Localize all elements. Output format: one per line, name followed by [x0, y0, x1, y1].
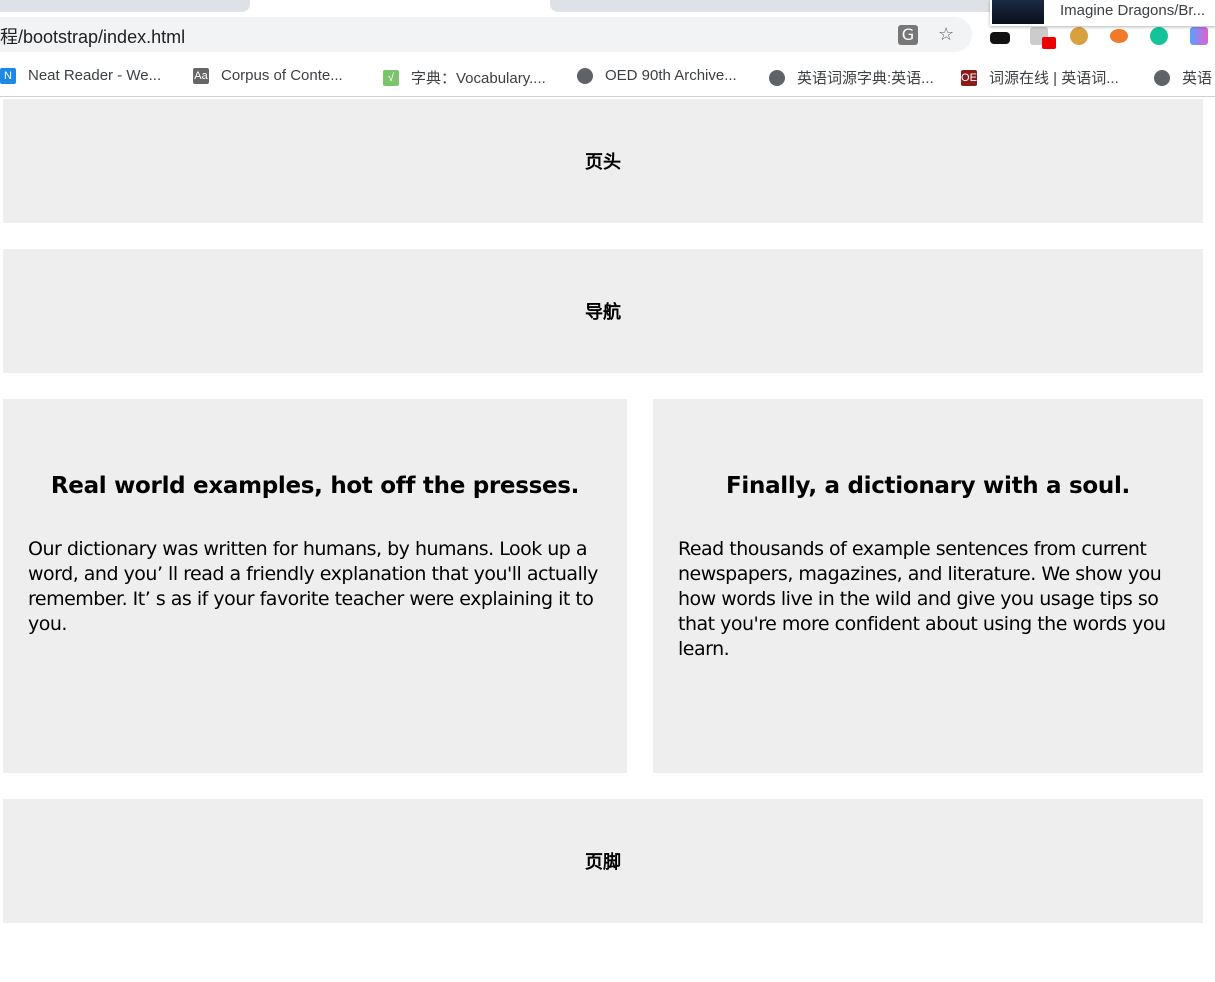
favicon-icon: Aa — [193, 67, 209, 84]
w-extension-icon[interactable] — [1190, 27, 1208, 45]
grammarly-icon[interactable] — [1150, 27, 1168, 45]
nav-label: 导航 — [585, 302, 621, 323]
page-footer: 页脚 — [3, 799, 1203, 923]
bookmark-label: 字典：Vocabulary.... — [411, 70, 546, 87]
bookmark-item[interactable]: √ 字典：Vocabulary.... — [383, 67, 546, 88]
page-nav: 导航 — [3, 249, 1203, 373]
bookmarks-bar: N Neat Reader - We... Aa Corpus of Conte...… — [0, 62, 1215, 97]
column-title: Real world examples, hot off the presses… — [50, 473, 580, 499]
favicon-icon: √ — [383, 69, 399, 86]
page-header: 页头 — [3, 99, 1203, 223]
extension-eyes-icon[interactable] — [990, 32, 1010, 44]
bookmark-label: 词源在线 | 英语词... — [989, 70, 1119, 87]
footer-label: 页脚 — [585, 852, 621, 873]
translate-icon[interactable]: G — [898, 25, 918, 45]
bookmark-item[interactable]: Aa Corpus of Conte... — [193, 67, 343, 84]
favicon-icon: OE — [961, 69, 977, 86]
bookmark-item[interactable]: N Neat Reader - We... — [0, 67, 161, 84]
favicon-icon: N — [0, 67, 16, 84]
bookmark-item[interactable]: 英语 — [1154, 67, 1212, 88]
media-popup[interactable]: Imagine Dragons/Br... — [990, 0, 1215, 26]
extension-puzzle-icon[interactable] — [1030, 27, 1056, 49]
bookmark-item[interactable]: 英语词源字典:英语... — [769, 67, 934, 88]
content-column-left: Real world examples, hot off the presses… — [3, 399, 627, 773]
column-text: Our dictionary was written for humans, b… — [28, 538, 598, 635]
bookmark-label: 英语 — [1182, 70, 1213, 87]
media-title: Imagine Dragons/Br... — [1060, 2, 1206, 19]
header-label: 页头 — [585, 152, 621, 173]
url-text[interactable]: 程/bootstrap/index.html — [0, 23, 185, 49]
globe-icon — [577, 67, 593, 84]
star-icon[interactable]: ☆ — [938, 24, 954, 45]
column-title: Finally, a dictionary with a soul. — [726, 473, 1130, 499]
bookmark-item[interactable]: OED 90th Archive... — [577, 67, 737, 84]
cookie-icon[interactable] — [1070, 27, 1088, 45]
globe-icon — [769, 69, 785, 86]
bookmark-label: 英语词源字典:英语... — [797, 70, 934, 87]
content-column-right: Finally, a dictionary with a soul. Read … — [653, 399, 1203, 773]
globe-icon — [1154, 69, 1170, 86]
bookmark-item[interactable]: OE 词源在线 | 英语词... — [961, 67, 1119, 88]
chat-icon[interactable] — [1110, 29, 1128, 43]
bookmark-label: Neat Reader - We... — [28, 67, 162, 84]
album-thumbnail — [992, 0, 1044, 24]
bookmark-label: Corpus of Conte... — [221, 67, 343, 84]
bookmark-label: OED 90th Archive... — [605, 67, 737, 84]
column-text: Read thousands of example sentences from… — [678, 538, 1166, 660]
tab[interactable] — [0, 0, 250, 12]
